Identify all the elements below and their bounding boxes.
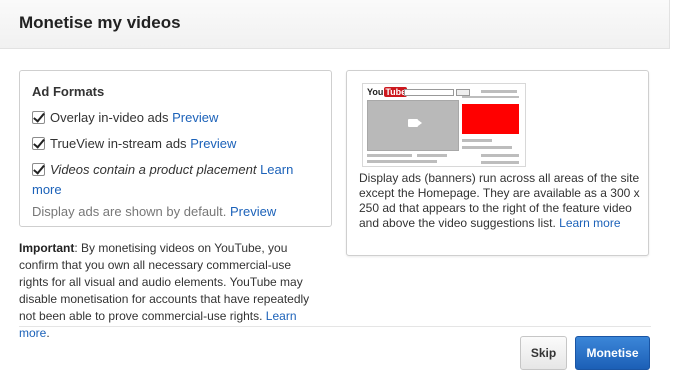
display-ads-preview-link[interactable]: Preview <box>230 204 276 219</box>
important-label: Important <box>19 241 75 255</box>
important-end: . <box>46 326 50 340</box>
overlay-ads-checkbox[interactable] <box>32 111 45 124</box>
skip-button[interactable]: Skip <box>520 336 567 370</box>
product-placement-more-link[interactable]: more <box>32 182 62 197</box>
monetise-button[interactable]: Monetise <box>575 336 650 370</box>
footer-divider <box>19 326 651 327</box>
mock-description-line <box>367 154 412 157</box>
mock-ad-label-line <box>462 96 519 98</box>
youtube-logo-you: You <box>367 87 384 97</box>
mock-suggestion-line <box>481 161 519 164</box>
youtube-page-mockup: You Tube <box>362 83 526 167</box>
dialog-header: Monetise my videos <box>0 0 670 49</box>
product-placement-learn-link[interactable]: Learn <box>260 162 293 177</box>
overlay-preview-link[interactable]: Preview <box>172 110 218 125</box>
product-placement-label: Videos contain a product placement <box>50 162 257 177</box>
option-product-placement: Videos contain a product placement Learn… <box>32 160 322 200</box>
mock-suggestion-line <box>462 146 512 149</box>
trueview-preview-link[interactable]: Preview <box>190 136 236 151</box>
trueview-ads-checkbox[interactable] <box>32 137 45 150</box>
mock-suggestion-line <box>481 154 519 157</box>
mock-search-bar <box>404 89 454 96</box>
mock-description-line <box>367 160 437 163</box>
monetise-dialog: Monetise my videos Ad Formats Overlay in… <box>0 0 673 389</box>
display-ads-description: Display ads (banners) run across all are… <box>359 171 641 231</box>
mock-description-line <box>417 154 447 157</box>
display-ads-preview-panel: You Tube Display ads (banners) run across… <box>346 70 649 256</box>
overlay-ads-label: Overlay in-video ads <box>50 110 169 125</box>
option-trueview-ads: TrueView in-stream ads Preview <box>32 134 236 154</box>
display-ad-banner <box>462 104 519 134</box>
mock-header-line <box>481 90 517 93</box>
mock-search-button <box>456 89 470 96</box>
ad-formats-panel: Ad Formats Overlay in-video ads Preview … <box>19 70 332 227</box>
display-ads-note-text: Display ads are shown by default. <box>32 204 227 219</box>
trueview-ads-label: TrueView in-stream ads <box>50 136 187 151</box>
dialog-title: Monetise my videos <box>19 13 181 32</box>
youtube-logo: You Tube <box>367 87 408 97</box>
display-ads-note: Display ads are shown by default. Previe… <box>32 204 276 219</box>
video-camera-icon <box>408 119 422 127</box>
mock-video-player <box>367 100 459 151</box>
display-ads-learn-more-link[interactable]: Learn more <box>559 216 620 230</box>
option-overlay-ads: Overlay in-video ads Preview <box>32 108 218 128</box>
ad-formats-heading: Ad Formats <box>32 84 105 99</box>
mock-suggestion-line <box>462 139 492 142</box>
product-placement-checkbox[interactable] <box>32 163 45 176</box>
